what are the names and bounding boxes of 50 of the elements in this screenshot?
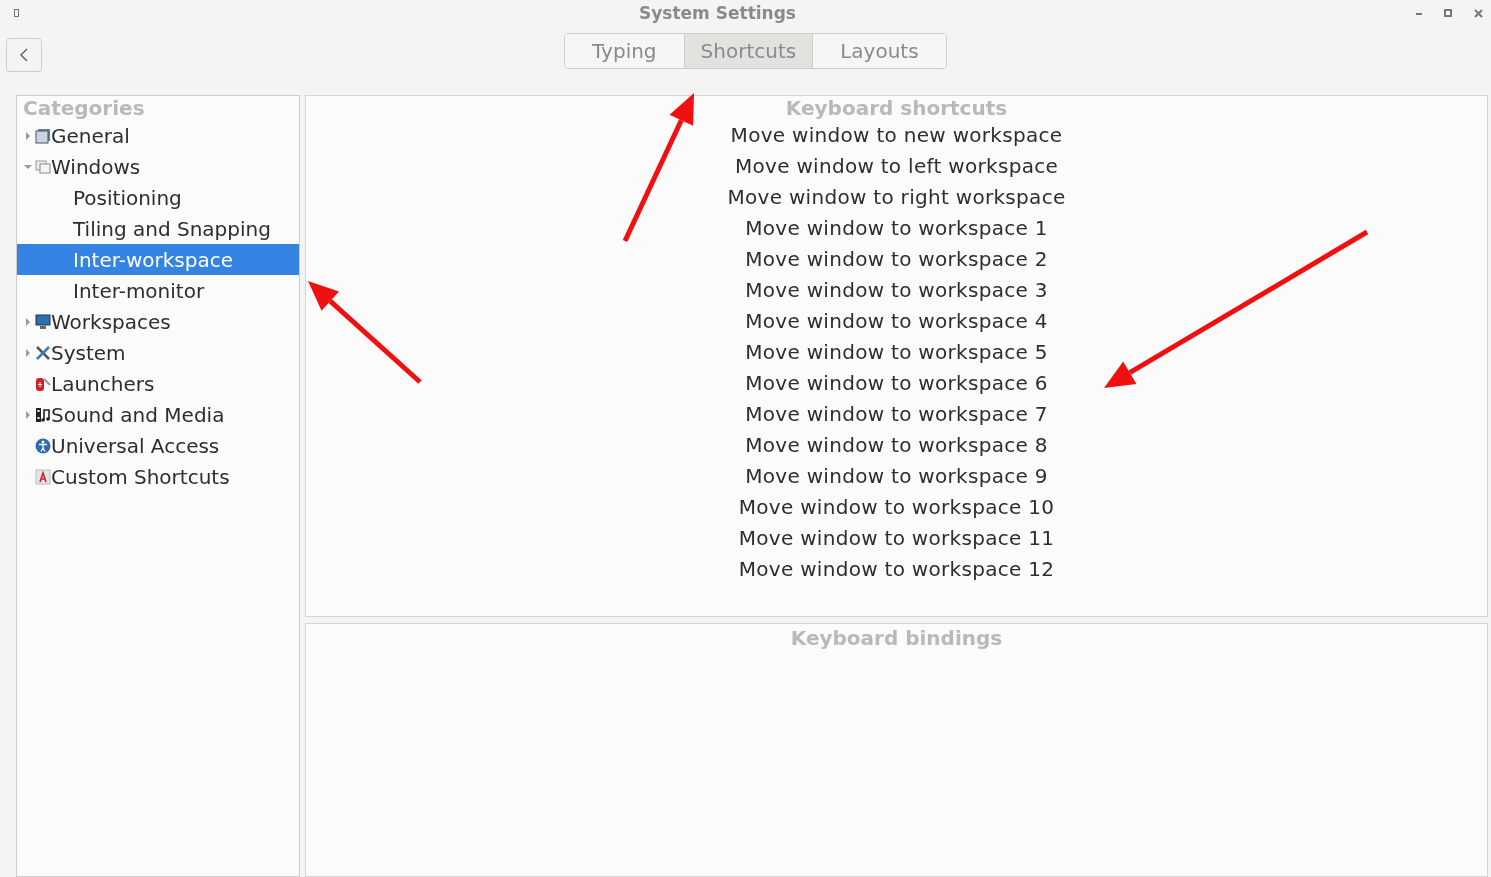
category-item[interactable]: Inter-monitor bbox=[17, 275, 299, 306]
shortcut-item[interactable]: Move window to right workspace bbox=[727, 182, 1066, 213]
windows-icon bbox=[35, 158, 51, 175]
category-item[interactable]: System bbox=[17, 337, 299, 368]
shortcut-item[interactable]: Move window to workspace 2 bbox=[745, 244, 1048, 275]
maximize-icon[interactable] bbox=[1444, 9, 1452, 17]
shortcut-item[interactable]: Move window to workspace 1 bbox=[745, 213, 1048, 244]
category-item[interactable]: Inter-workspace bbox=[17, 244, 299, 275]
category-item[interactable]: Workspaces bbox=[17, 306, 299, 337]
collapsed-icon[interactable] bbox=[24, 131, 32, 140]
minimize-icon[interactable] bbox=[1416, 11, 1422, 15]
close-icon[interactable] bbox=[1474, 8, 1483, 18]
film-music-icon bbox=[35, 406, 51, 423]
tools-icon bbox=[35, 344, 51, 361]
window-title: System Settings bbox=[639, 3, 796, 23]
category-item[interactable]: Tiling and Snapping bbox=[17, 213, 299, 244]
panel-heading: Keyboard bindings bbox=[790, 626, 1003, 650]
category-item[interactable]: Windows bbox=[17, 151, 299, 182]
shortcut-item[interactable]: Move window to workspace 5 bbox=[745, 337, 1048, 368]
category-item[interactable]: Positioning bbox=[17, 182, 299, 213]
category-item[interactable]: General bbox=[17, 120, 299, 151]
knife-icon bbox=[35, 375, 51, 392]
panel-heading: Keyboard shortcuts bbox=[785, 96, 1008, 120]
category-item[interactable]: Launchers bbox=[17, 368, 299, 399]
collapsed-icon[interactable] bbox=[24, 348, 32, 357]
shortcut-item[interactable]: Move window to left workspace bbox=[734, 151, 1059, 182]
window-menu-icon[interactable] bbox=[14, 9, 19, 17]
category-item[interactable]: Sound and Media bbox=[17, 399, 299, 430]
monitor-icon bbox=[35, 313, 51, 330]
shortcut-item[interactable]: Move window to workspace 9 bbox=[745, 461, 1048, 492]
shortcut-item[interactable]: Move window to workspace 10 bbox=[738, 492, 1055, 523]
shortcut-item[interactable]: Move window to new workspace bbox=[730, 120, 1063, 151]
shortcut-item[interactable]: Move window to workspace 3 bbox=[745, 275, 1048, 306]
shortcut-item[interactable]: Move window to workspace 11 bbox=[738, 523, 1055, 554]
expanded-icon[interactable] bbox=[24, 162, 32, 171]
back-icon bbox=[19, 47, 29, 63]
collapsed-icon[interactable] bbox=[24, 317, 32, 326]
panel-heading: Categories bbox=[22, 96, 146, 120]
category-item[interactable]: Universal Access bbox=[17, 430, 299, 461]
shortcut-item[interactable]: Move window to workspace 8 bbox=[745, 430, 1048, 461]
font-icon bbox=[35, 468, 51, 485]
shortcut-item[interactable]: Move window to workspace 4 bbox=[745, 306, 1048, 337]
collapsed-icon[interactable] bbox=[24, 410, 32, 419]
shortcut-item[interactable]: Move window to workspace 6 bbox=[745, 368, 1048, 399]
book-icon bbox=[35, 127, 51, 144]
shortcut-item[interactable]: Move window to workspace 12 bbox=[738, 554, 1055, 585]
shortcut-item[interactable]: Move window to workspace 7 bbox=[745, 399, 1048, 430]
accessibility-icon bbox=[35, 437, 51, 454]
category-item[interactable]: Custom Shortcuts bbox=[17, 461, 299, 492]
back-button[interactable] bbox=[6, 38, 42, 72]
